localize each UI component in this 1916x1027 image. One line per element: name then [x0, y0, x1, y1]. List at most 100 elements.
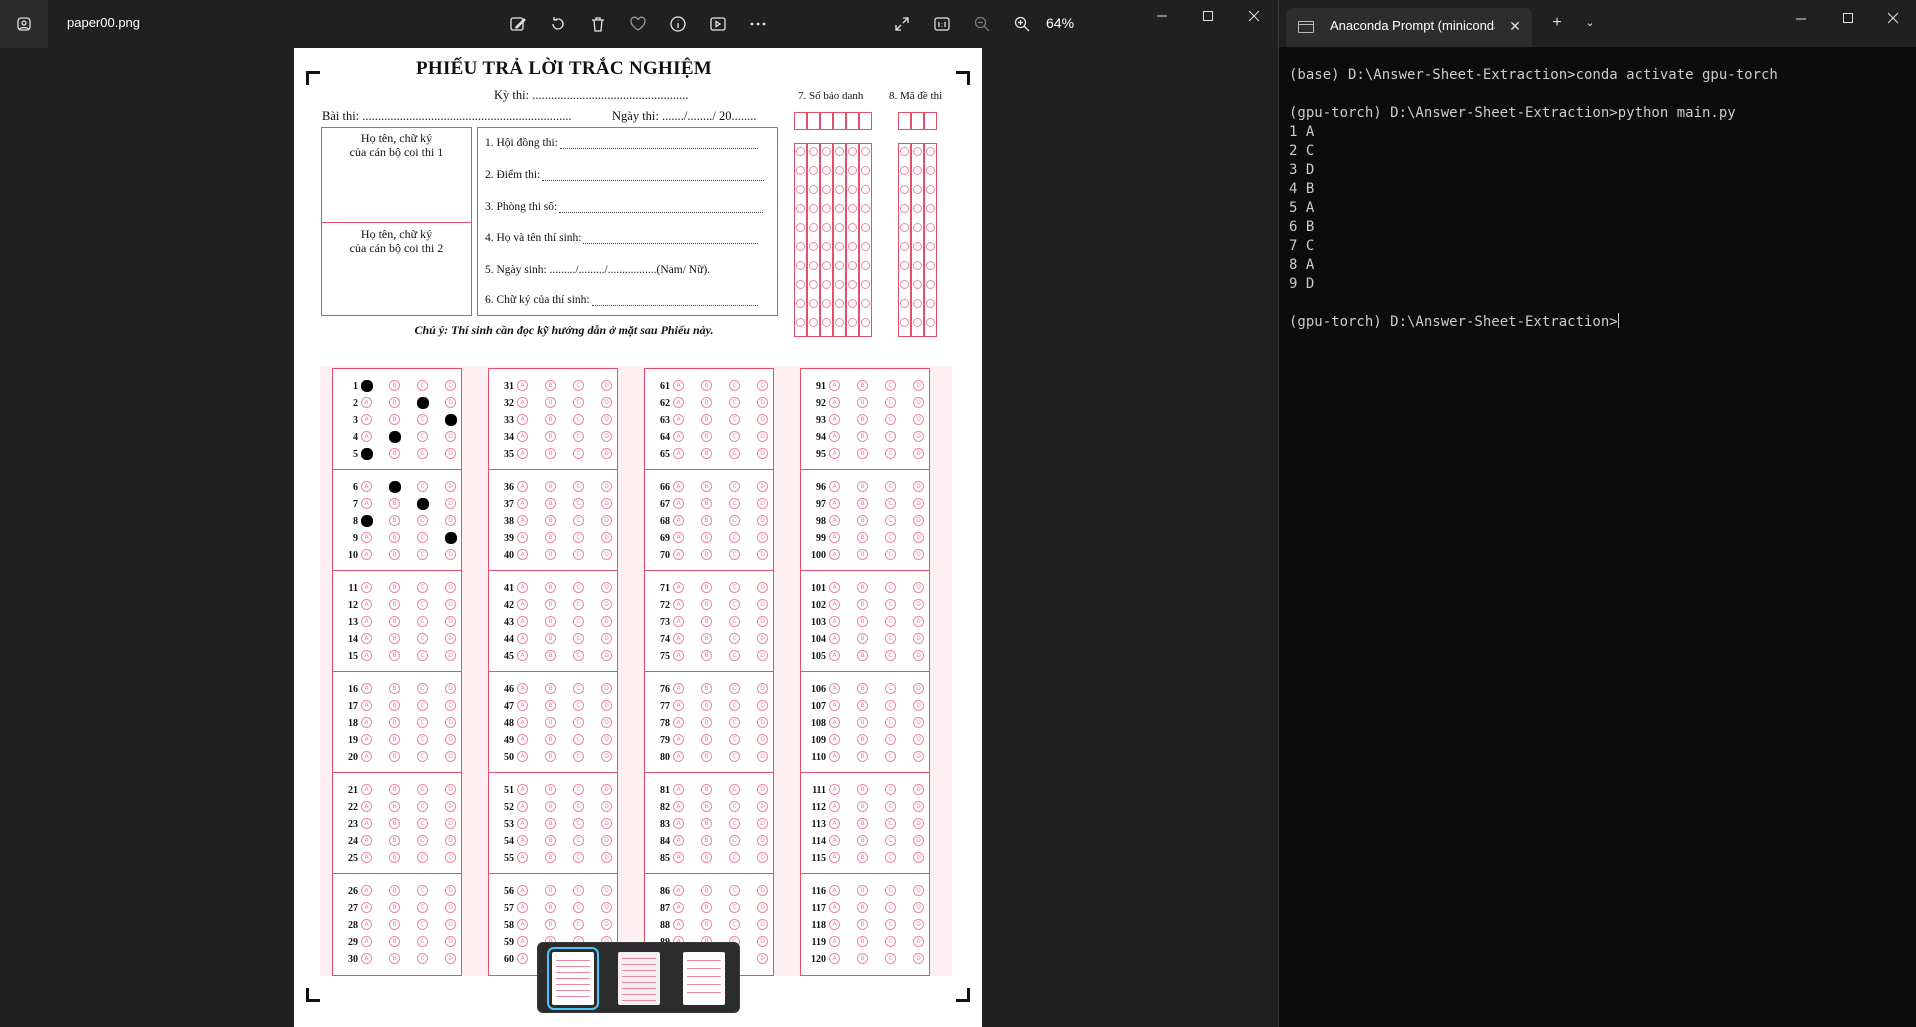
answer-row: 106 A B C D	[801, 681, 929, 698]
answer-bubble: A	[517, 700, 528, 711]
answer-bubble: D	[445, 431, 456, 442]
close-button[interactable]	[1231, 0, 1277, 32]
answer-bubble: B	[857, 734, 868, 745]
question-number: 111	[812, 785, 826, 796]
answer-bubble: C	[417, 582, 428, 593]
id-bubble	[796, 223, 805, 232]
answer-bubble: D	[601, 448, 612, 459]
question-number: 24	[348, 836, 358, 847]
question-number: 25	[348, 853, 358, 864]
answer-bubble: C	[573, 515, 584, 526]
answer-bubble: B	[857, 683, 868, 694]
answer-bubble: D	[913, 532, 924, 543]
rotate-icon[interactable]	[544, 10, 572, 38]
id-bubble	[835, 242, 844, 251]
question-number: 112	[811, 802, 826, 813]
terminal-tab[interactable]: Anaconda Prompt (miniconda ✕	[1286, 8, 1532, 47]
answer-bubble: B	[701, 532, 712, 543]
answer-bubble: D	[913, 717, 924, 728]
question-number: 64	[660, 432, 670, 443]
id-bubble	[926, 242, 935, 251]
edit-image-icon[interactable]	[504, 10, 532, 38]
zoom-in-icon[interactable]	[1008, 10, 1036, 38]
corner-marker	[306, 988, 320, 1002]
answer-bubble: A	[517, 784, 528, 795]
new-tab-icon[interactable]: +	[1542, 9, 1572, 37]
zoom-out-icon[interactable]	[968, 10, 996, 38]
question-number: 56	[504, 886, 514, 897]
answer-bubble: A	[517, 953, 528, 964]
answer-bubble: B	[389, 448, 400, 459]
terminal-close-button[interactable]	[1870, 6, 1916, 34]
fullscreen-icon[interactable]	[888, 10, 916, 38]
photos-app-icon[interactable]	[0, 0, 48, 48]
answer-row: 2A B D	[333, 395, 461, 412]
answer-bubble: D	[913, 380, 924, 391]
thumbnail-2[interactable]	[618, 952, 660, 1005]
answer-block: 111 A B C D 112 A B C D 113 A B C D 114 A B C D 115 A B C D	[801, 773, 929, 874]
zoom-level[interactable]: 64%	[1046, 15, 1074, 31]
answer-bubble: A	[517, 633, 528, 644]
favorite-icon[interactable]	[624, 10, 652, 38]
answer-bubble: C	[573, 633, 584, 644]
info-icon[interactable]	[664, 10, 692, 38]
answer-row: 12 A B C D	[333, 597, 461, 614]
minimize-button[interactable]	[1139, 0, 1185, 32]
thumbnail-3[interactable]	[683, 952, 725, 1005]
answer-row: 100 A B C D	[801, 547, 929, 564]
answer-bubble: C	[573, 599, 584, 610]
id-bubble	[822, 318, 831, 327]
answer-bubble: D	[601, 902, 612, 913]
terminal-output[interactable]: (base) D:\Answer-Sheet-Extraction>conda …	[1289, 66, 1778, 332]
answer-row: 46 A B C D	[489, 681, 617, 698]
answer-bubble: A	[361, 616, 372, 627]
answer-bubble: A	[361, 818, 372, 829]
tab-close-icon[interactable]: ✕	[1505, 16, 1525, 36]
ma-de-thi-label: 8. Mã đề thi	[889, 90, 943, 102]
answer-row: 48 A B C D	[489, 715, 617, 732]
question-number: 115	[811, 853, 826, 864]
answer-column: 91 A B C D 92 A B C D 93 A B C D 94 A B C D 95 A B C D 96 A B C D 97 A B…	[800, 368, 930, 976]
answer-block: 36 A B C D 37 A B C D 38 A B C D 39 A B C D 40 A B C D	[489, 470, 617, 571]
answer-bubble: D	[913, 953, 924, 964]
terminal-maximize-button[interactable]	[1825, 6, 1871, 34]
question-number: 62	[660, 398, 670, 409]
filled-bubble	[361, 515, 373, 527]
answer-bubble: B	[857, 414, 868, 425]
answer-row: 65 A B C D	[645, 446, 773, 463]
id-bubble	[861, 147, 870, 156]
ngay-thi-line: Ngày thi: ......./......../ 20........	[612, 109, 757, 123]
info-row: 6. Chữ ký của thí sinh:	[485, 294, 758, 306]
chevron-down-icon[interactable]: ⌄	[1578, 9, 1602, 37]
answer-bubble: D	[757, 380, 768, 391]
answer-bubble: B	[857, 700, 868, 711]
answer-bubble: C	[885, 549, 896, 560]
answer-bubble: B	[545, 532, 556, 543]
answer-bubble: C	[729, 852, 740, 863]
answer-bubble: A	[361, 751, 372, 762]
answer-bubble: D	[913, 734, 924, 745]
answer-bubble: C	[729, 582, 740, 593]
answer-bubble: C	[729, 616, 740, 627]
answer-bubble: A	[673, 498, 684, 509]
question-number: 23	[348, 819, 358, 830]
terminal-minimize-button[interactable]	[1778, 6, 1824, 34]
answer-bubble: A	[829, 700, 840, 711]
answer-bubble: D	[445, 717, 456, 728]
more-icon[interactable]	[744, 10, 772, 38]
answer-bubble: C	[417, 700, 428, 711]
answer-bubble: A	[673, 414, 684, 425]
answer-bubble: B	[389, 616, 400, 627]
answer-bubble: C	[729, 498, 740, 509]
id-bubble	[913, 204, 922, 213]
actual-size-icon[interactable]	[928, 10, 956, 38]
slideshow-icon[interactable]	[704, 10, 732, 38]
maximize-button[interactable]	[1185, 0, 1231, 32]
answer-bubble: D	[757, 549, 768, 560]
answer-bubble: D	[445, 448, 456, 459]
delete-icon[interactable]	[584, 10, 612, 38]
thumbnail-paper00[interactable]	[547, 947, 599, 1010]
answer-bubble: D	[445, 599, 456, 610]
file-name: paper00.png	[67, 15, 141, 30]
id-bubble	[926, 204, 935, 213]
